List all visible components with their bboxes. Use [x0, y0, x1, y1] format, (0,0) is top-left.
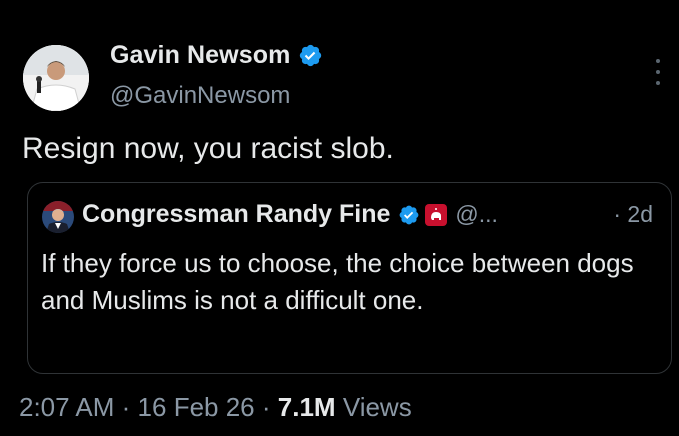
tweet-meta: 2:07 AM · 16 Feb 26 · 7.1M Views	[19, 392, 412, 423]
person-with-microphone-avatar-icon	[23, 45, 89, 111]
separator: ·	[261, 392, 271, 422]
tweet-text: Resign now, you racist slob.	[22, 132, 394, 165]
author-display-name[interactable]: Gavin Newsom	[110, 41, 290, 70]
verified-badge-icon	[400, 205, 419, 224]
quoted-display-name[interactable]: Congressman Randy Fine	[82, 200, 390, 229]
dot	[656, 81, 660, 85]
post-date[interactable]: 16 Feb 26	[138, 392, 255, 422]
portrait-avatar-icon	[42, 201, 74, 233]
author-avatar[interactable]	[23, 45, 89, 111]
author-handle[interactable]: @GavinNewsom	[110, 82, 290, 110]
dot	[656, 70, 660, 74]
quoted-handle[interactable]: @...	[455, 201, 498, 228]
quoted-header: Congressman Randy Fine @... · 2d	[82, 200, 653, 229]
views-label: Views	[342, 392, 412, 422]
post-time[interactable]: 2:07 AM	[19, 392, 114, 422]
quoted-author-avatar[interactable]	[42, 201, 74, 233]
author-name-row: Gavin Newsom	[110, 41, 323, 70]
dot	[656, 59, 660, 63]
quoted-text: If they force us to choose, the choice b…	[41, 248, 634, 315]
verified-badge-icon	[300, 44, 322, 67]
elephant-icon	[431, 207, 442, 220]
quoted-timestamp[interactable]: · 2d	[613, 201, 653, 228]
views-count: 7.1M	[277, 392, 336, 422]
quoted-tweet[interactable]: Congressman Randy Fine @... · 2d If they…	[27, 182, 672, 374]
house-gop-badge-icon[interactable]	[425, 203, 448, 226]
separator: ·	[121, 392, 131, 422]
vertical-ellipsis-icon[interactable]	[651, 59, 665, 85]
tweet-card: Gavin Newsom @GavinNewsom Resign now, yo…	[0, 0, 679, 436]
